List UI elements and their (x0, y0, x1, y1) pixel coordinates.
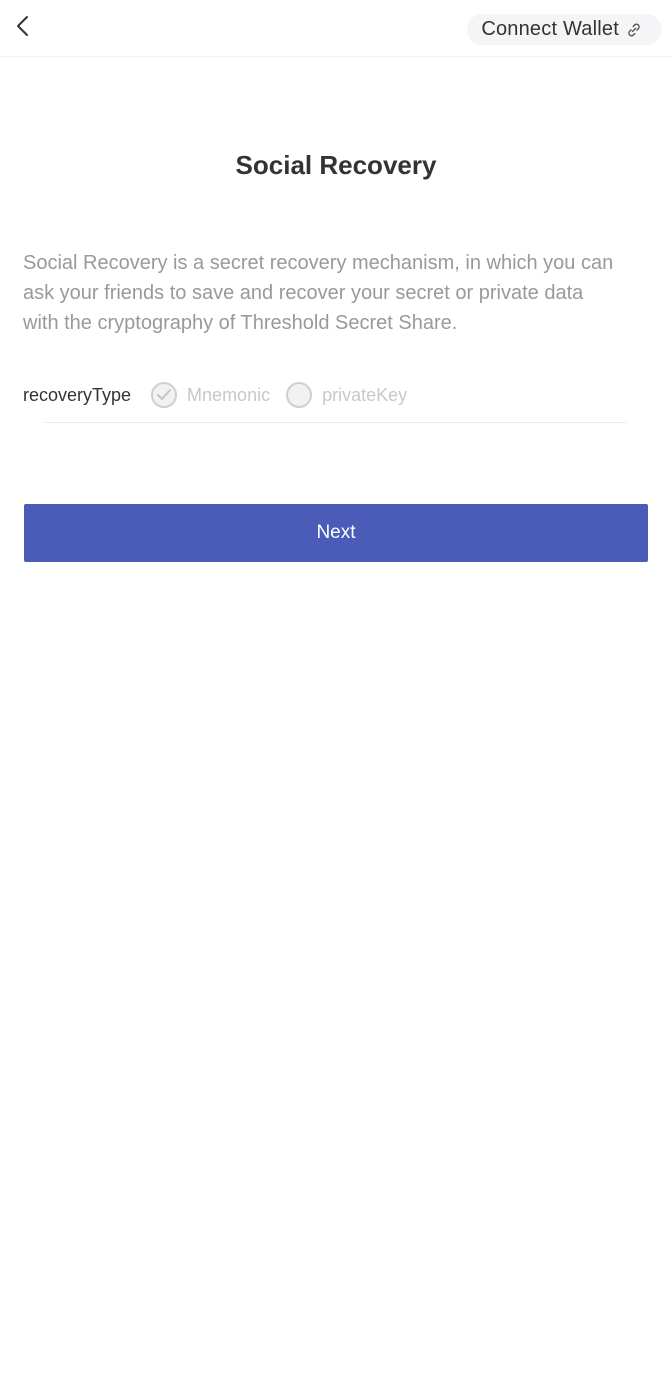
page-title: Social Recovery (235, 150, 437, 180)
recovery-type-field: recoveryType Mnemonic privateKey (23, 377, 423, 413)
radio-mnemonic-label: Mnemonic (187, 384, 271, 405)
top-bar: Connect Wallet (0, 0, 672, 57)
form-divider (44, 422, 627, 423)
connect-wallet-button[interactable]: Connect Wallet (467, 14, 662, 45)
connect-wallet-label: Connect Wallet (481, 18, 619, 40)
radio-mnemonic[interactable]: Mnemonic (151, 382, 270, 408)
radio-private-key[interactable]: privateKey (286, 382, 407, 408)
back-button[interactable] (8, 10, 38, 46)
chevron-left-icon (16, 15, 30, 42)
check-icon (151, 382, 178, 408)
recovery-type-label: recoveryType (23, 384, 132, 405)
radio-empty-icon (286, 382, 313, 408)
link-icon (626, 22, 642, 38)
next-button[interactable]: Next (24, 504, 648, 562)
page-description: Social Recovery is a secret recovery mec… (23, 252, 614, 334)
radio-private-key-label: privateKey (322, 384, 408, 405)
social-recovery-page: Connect Wallet Social Recovery Social Re… (0, 0, 672, 1390)
